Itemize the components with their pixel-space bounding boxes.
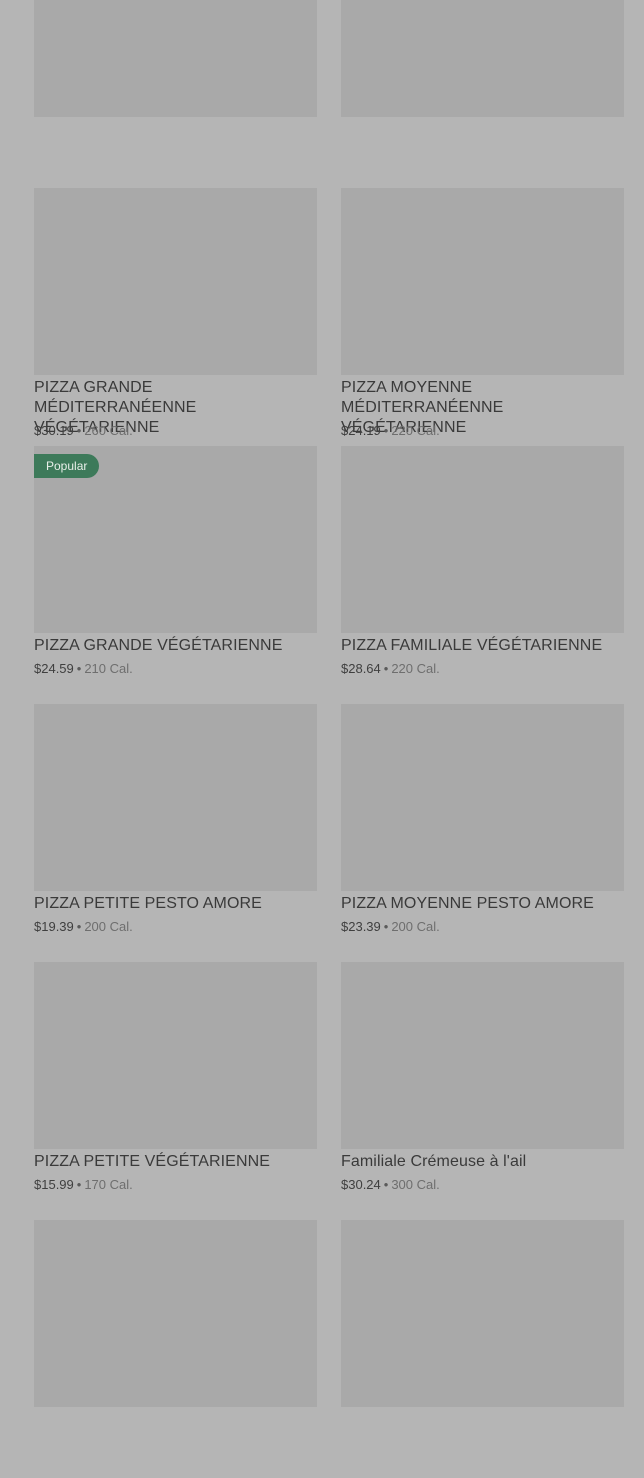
menu-item-price: $30.24	[341, 1177, 381, 1192]
menu-item-card[interactable]	[34, 0, 317, 188]
menu-item-card[interactable]: PIZZA MOYENNE MÉDITERRANÉENNE VÉGÉTARIEN…	[341, 188, 624, 446]
menu-item-grid: PIZZA GRANDE MÉDITERRANÉENNE VÉGÉTARIENN…	[34, 0, 624, 1478]
menu-item-calories: 170 Cal.	[84, 1177, 133, 1192]
meta-separator: •	[76, 661, 82, 676]
menu-item-price: $24.19	[341, 423, 381, 438]
meta-separator: •	[383, 1177, 389, 1192]
menu-item-meta: $28.64 • 220 Cal.	[341, 661, 440, 677]
menu-item-title[interactable]: PIZZA GRANDE VÉGÉTARIENNE	[34, 636, 317, 656]
menu-item-price: $15.99	[34, 1177, 74, 1192]
menu-item-image[interactable]	[34, 0, 317, 117]
menu-item-price: $28.64	[341, 661, 381, 676]
menu-item-image[interactable]	[34, 188, 317, 375]
menu-item-meta: $15.99 • 170 Cal.	[34, 1177, 133, 1193]
meta-separator: •	[383, 661, 389, 676]
popular-badge: Popular	[34, 454, 100, 478]
menu-item-calories: 220 Cal.	[391, 423, 440, 438]
menu-item-title[interactable]: PIZZA FAMILIALE VÉGÉTARIENNE	[341, 636, 624, 656]
menu-item-meta: $30.24 • 300 Cal.	[341, 1177, 440, 1193]
menu-item-meta: $30.19 • 260 Cal.	[34, 423, 133, 439]
menu-item-card[interactable]: PIZZA MOYENNE PESTO AMORE $23.39 • 200 Cal.	[341, 704, 624, 962]
menu-item-image[interactable]	[34, 704, 317, 891]
menu-item-image[interactable]	[341, 0, 624, 117]
menu-item-card[interactable]: Popular PIZZA GRANDE VÉGÉTARIENNE $24.59 • 2…	[34, 446, 317, 704]
menu-item-price: $30.19	[34, 423, 74, 438]
menu-item-meta: $23.39 • 200 Cal.	[341, 919, 440, 935]
menu-item-calories: 300 Cal.	[391, 1177, 440, 1192]
meta-separator: •	[383, 919, 389, 934]
meta-separator: •	[76, 919, 82, 934]
menu-item-title[interactable]: PIZZA PETITE VÉGÉTARIENNE	[34, 1152, 317, 1172]
menu-item-meta: $24.59 • 210 Cal.	[34, 661, 133, 677]
menu-item-calories: 210 Cal.	[84, 661, 133, 676]
menu-item-meta: $24.19 • 220 Cal.	[341, 423, 440, 439]
menu-item-calories: 220 Cal.	[391, 661, 440, 676]
menu-item-title[interactable]: Familiale Crémeuse à l'ail	[341, 1152, 624, 1172]
menu-item-calories: 260 Cal.	[84, 423, 133, 438]
menu-item-image[interactable]	[341, 962, 624, 1149]
menu-item-card[interactable]	[34, 1220, 317, 1478]
menu-item-card[interactable]: Familiale Crémeuse à l'ail $30.24 • 300 Cal…	[341, 962, 624, 1220]
menu-item-price: $19.39	[34, 919, 74, 934]
menu-item-image[interactable]	[34, 962, 317, 1149]
menu-item-meta: $19.39 • 200 Cal.	[34, 919, 133, 935]
menu-item-title[interactable]: PIZZA PETITE PESTO AMORE	[34, 894, 317, 914]
menu-item-title[interactable]: PIZZA MOYENNE PESTO AMORE	[341, 894, 624, 914]
menu-item-image[interactable]	[341, 1220, 624, 1407]
menu-item-card[interactable]: PIZZA GRANDE MÉDITERRANÉENNE VÉGÉTARIENN…	[34, 188, 317, 446]
menu-item-price: $23.39	[341, 919, 381, 934]
menu-item-card[interactable]: PIZZA PETITE PESTO AMORE $19.39 • 200 Cal.	[34, 704, 317, 962]
menu-item-image[interactable]	[341, 446, 624, 633]
menu-item-price: $24.59	[34, 661, 74, 676]
meta-separator: •	[76, 423, 82, 438]
menu-item-card[interactable]	[341, 1220, 624, 1478]
menu-item-card[interactable]: PIZZA FAMILIALE VÉGÉTARIENNE $28.64 • 220 C…	[341, 446, 624, 704]
meta-separator: •	[76, 1177, 82, 1192]
menu-item-image[interactable]	[341, 188, 624, 375]
menu-item-card[interactable]: PIZZA PETITE VÉGÉTARIENNE $15.99 • 170 Cal.	[34, 962, 317, 1220]
meta-separator: •	[383, 423, 389, 438]
menu-item-calories: 200 Cal.	[391, 919, 440, 934]
menu-item-calories: 200 Cal.	[84, 919, 133, 934]
menu-item-image[interactable]	[34, 1220, 317, 1407]
menu-item-image[interactable]	[341, 704, 624, 891]
menu-item-card[interactable]	[341, 0, 624, 188]
